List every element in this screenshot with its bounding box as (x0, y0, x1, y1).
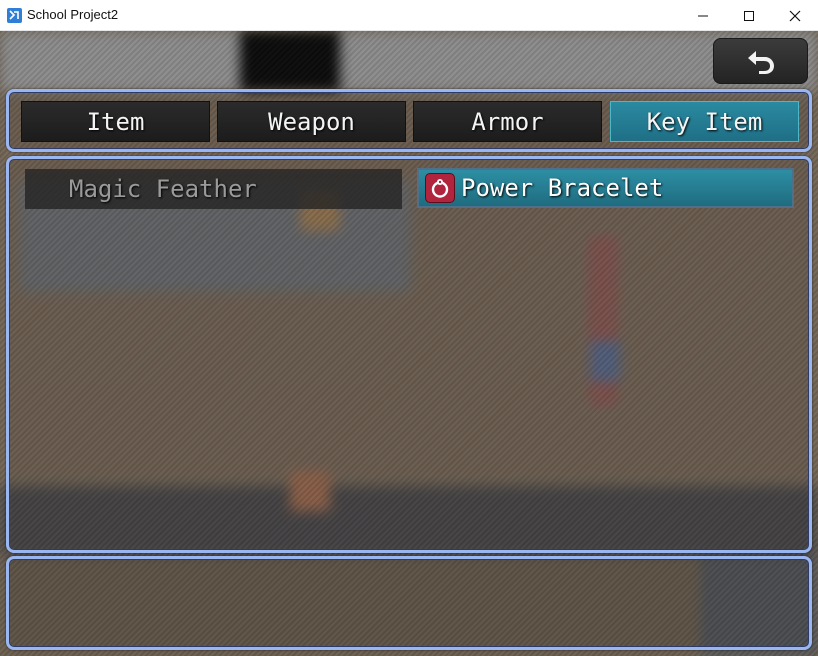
item-list-window: Magic Feather Power Bracelet (6, 156, 812, 553)
tab-label: Armor (471, 107, 544, 136)
close-button[interactable] (772, 0, 818, 31)
tab-label: Key Item (646, 107, 763, 136)
help-window (6, 556, 812, 650)
minimize-icon (698, 15, 708, 17)
tab-weapon[interactable]: Weapon (217, 101, 406, 142)
tab-label: Item (86, 107, 145, 136)
item-name: Magic Feather (69, 175, 257, 203)
tab-label: Weapon (268, 107, 355, 136)
close-icon (789, 10, 801, 22)
window-title: School Project2 (27, 7, 119, 22)
bracelet-icon (425, 173, 455, 203)
title-bar: School Project2 (0, 0, 818, 31)
item-name: Power Bracelet (461, 174, 664, 202)
tab-item[interactable]: Item (21, 101, 210, 142)
minimize-button[interactable] (680, 0, 726, 31)
game-screen: Item Weapon Armor Key Item Magic Feather… (0, 31, 818, 656)
return-arrow-icon (748, 51, 774, 74)
maximize-button[interactable] (726, 0, 772, 31)
tab-armor[interactable]: Armor (413, 101, 602, 142)
item-power-bracelet[interactable]: Power Bracelet (417, 168, 794, 208)
tab-key-item[interactable]: Key Item (610, 101, 799, 142)
back-button[interactable] (713, 38, 808, 84)
app-icon (7, 8, 22, 23)
category-window: Item Weapon Armor Key Item (6, 89, 812, 152)
maximize-icon (744, 11, 754, 21)
item-magic-feather[interactable]: Magic Feather (25, 169, 402, 209)
